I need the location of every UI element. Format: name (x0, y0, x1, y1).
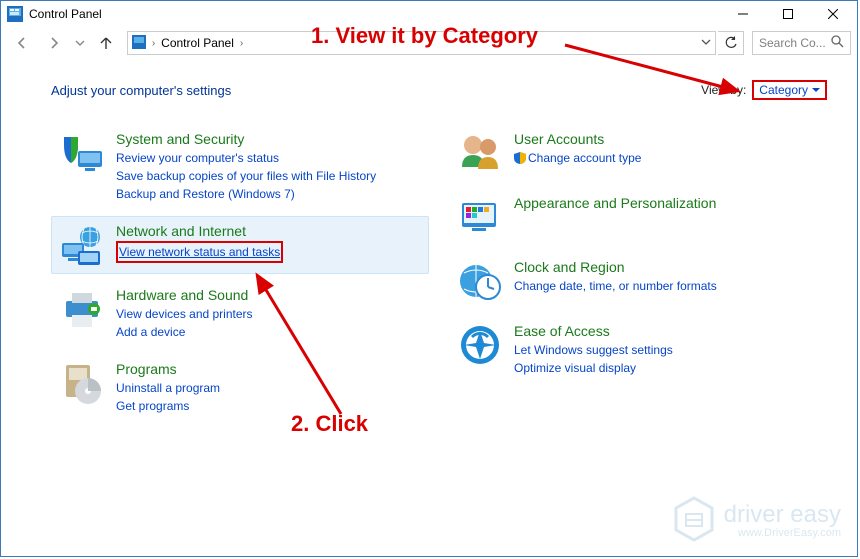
category-title[interactable]: User Accounts (514, 131, 818, 147)
clock-globe-icon (458, 259, 502, 303)
maximize-button[interactable] (765, 3, 810, 25)
watermark-url: www.DriverEasy.com (724, 527, 841, 539)
left-column: System and Security Review your computer… (51, 124, 429, 428)
category-link[interactable]: Change date, time, or number formats (514, 277, 818, 295)
category-title[interactable]: Hardware and Sound (116, 287, 420, 303)
printer-icon (60, 287, 104, 331)
recent-dropdown[interactable] (71, 29, 89, 57)
view-by-dropdown[interactable]: Category (755, 82, 824, 98)
category-link[interactable]: Uninstall a program (116, 379, 420, 397)
content-area: Adjust your computer's settings View by:… (1, 60, 857, 428)
disc-box-icon (60, 361, 104, 405)
link-view-network-status[interactable]: View network status and tasks (119, 243, 280, 261)
user-accounts-icon (458, 131, 502, 175)
search-box[interactable] (752, 31, 851, 55)
search-icon[interactable] (831, 35, 844, 51)
ease-of-access-icon (458, 323, 502, 367)
category-hardware-sound[interactable]: Hardware and Sound View devices and prin… (51, 280, 429, 348)
shield-monitor-icon (60, 131, 104, 175)
view-by-value: Category (759, 83, 808, 97)
watermark-brand: driver easy (724, 501, 841, 528)
view-by-label: View by: (701, 83, 746, 97)
page-heading: Adjust your computer's settings (51, 83, 701, 98)
navbar: › Control Panel › (1, 26, 857, 60)
network-globe-icon (60, 223, 104, 267)
category-link[interactable]: Change account type (514, 149, 818, 167)
category-link[interactable]: Review your computer's status (116, 149, 420, 167)
category-link[interactable]: Optimize visual display (514, 359, 818, 377)
appearance-icon (458, 195, 502, 239)
category-programs[interactable]: Programs Uninstall a program Get program… (51, 354, 429, 422)
category-title[interactable]: System and Security (116, 131, 420, 147)
search-input[interactable] (759, 36, 831, 50)
control-panel-icon-small (132, 35, 146, 52)
link-text: Change account type (528, 151, 641, 165)
category-link[interactable]: Let Windows suggest settings (514, 341, 818, 359)
chevron-right-icon[interactable]: › (152, 38, 155, 49)
category-ease-of-access[interactable]: Ease of Access Let Windows suggest setti… (449, 316, 827, 384)
control-panel-icon (7, 6, 23, 22)
category-system-security[interactable]: System and Security Review your computer… (51, 124, 429, 210)
control-panel-window: Control Panel › Control Panel › (0, 0, 858, 557)
category-title[interactable]: Appearance and Personalization (514, 195, 818, 211)
category-clock-region[interactable]: Clock and Region Change date, time, or n… (449, 252, 827, 310)
breadcrumb-item[interactable]: Control Panel (161, 36, 234, 50)
category-appearance-personalization[interactable]: Appearance and Personalization (449, 188, 827, 246)
right-column: User Accounts Change account type Appear… (449, 124, 827, 428)
window-title: Control Panel (29, 7, 720, 21)
category-title[interactable]: Network and Internet (116, 223, 420, 239)
up-button[interactable] (91, 29, 121, 57)
minimize-button[interactable] (720, 3, 765, 25)
watermark: driver easy www.DriverEasy.com (672, 496, 841, 546)
refresh-button[interactable] (718, 31, 744, 55)
category-link[interactable]: Get programs (116, 397, 420, 415)
forward-button[interactable] (39, 29, 69, 57)
category-title[interactable]: Ease of Access (514, 323, 818, 339)
titlebar: Control Panel (1, 1, 857, 26)
category-title[interactable]: Clock and Region (514, 259, 818, 275)
category-title[interactable]: Programs (116, 361, 420, 377)
close-button[interactable] (810, 3, 855, 25)
category-link[interactable]: Add a device (116, 323, 420, 341)
category-link[interactable]: View devices and printers (116, 305, 420, 323)
category-link[interactable]: Backup and Restore (Windows 7) (116, 185, 420, 203)
category-user-accounts[interactable]: User Accounts Change account type (449, 124, 827, 182)
address-bar[interactable]: › Control Panel › (127, 31, 716, 55)
chevron-right-icon[interactable]: › (240, 38, 243, 49)
category-network-internet[interactable]: Network and Internet View network status… (51, 216, 429, 274)
category-link[interactable]: Save backup copies of your files with Fi… (116, 167, 420, 185)
dropdown-icon[interactable] (701, 36, 711, 50)
back-button[interactable] (7, 29, 37, 57)
